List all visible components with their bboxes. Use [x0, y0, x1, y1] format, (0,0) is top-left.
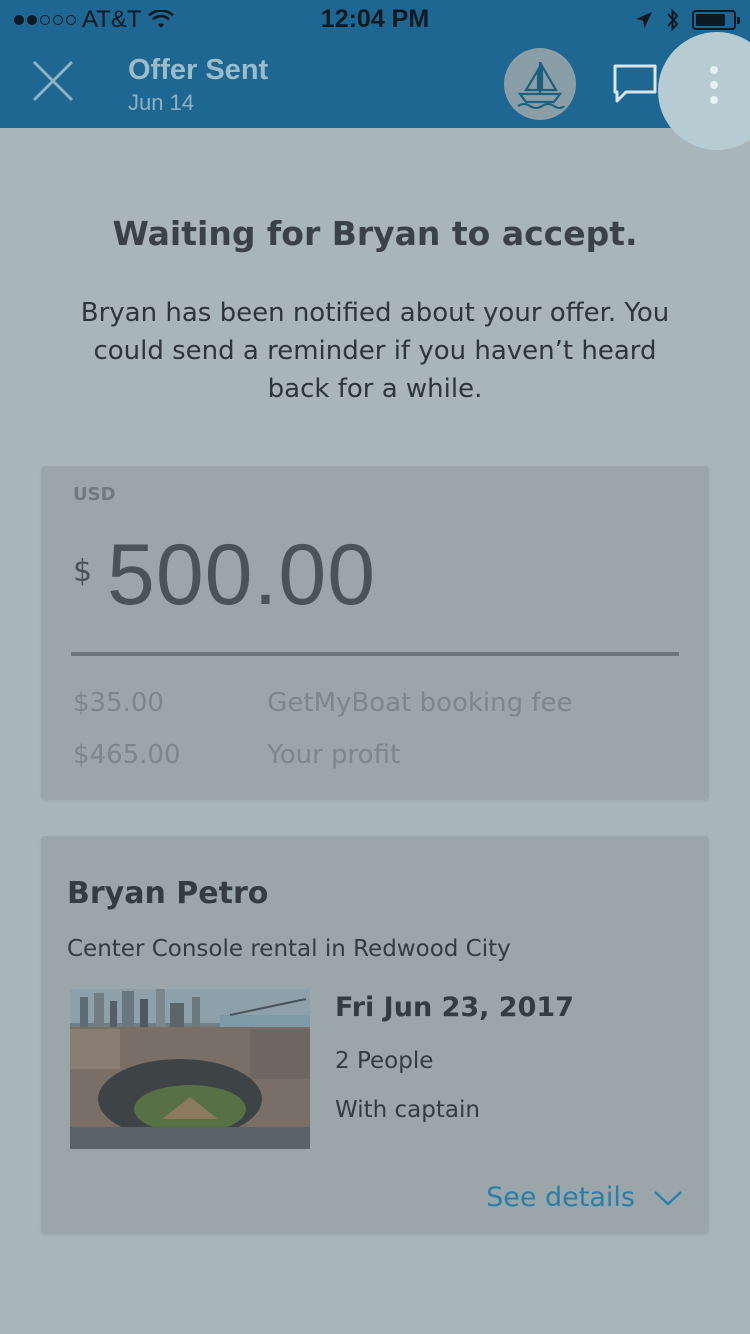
status-headline: Waiting for Bryan to accept.	[112, 214, 638, 253]
see-details-label: See details	[486, 1182, 635, 1213]
rental-description: Center Console rental in Redwood City	[67, 936, 511, 962]
boat-button[interactable]	[504, 48, 576, 120]
listing-photo	[70, 989, 310, 1149]
profit-value: $465.00	[73, 740, 181, 770]
amount-divider	[71, 652, 679, 656]
trip-people: 2 People	[335, 1048, 434, 1074]
profit-row: $465.00 Your profit	[73, 740, 400, 770]
trip-card: Bryan Petro Center Console rental in Red…	[41, 836, 709, 1234]
bluetooth-icon	[667, 8, 679, 32]
nav-bar: Offer Sent Jun 14	[0, 32, 750, 150]
location-arrow-icon	[636, 12, 652, 28]
status-icons	[634, 8, 740, 32]
currency-symbol: $	[73, 554, 93, 589]
fee-row: $35.00 GetMyBoat booking fee	[73, 688, 573, 718]
status-description: Bryan has been notified about your offer…	[80, 298, 670, 404]
battery-icon	[692, 10, 740, 30]
chat-icon[interactable]	[610, 62, 660, 106]
fee-value: $35.00	[73, 688, 164, 718]
see-details-link[interactable]: See details	[486, 1182, 683, 1213]
chevron-down-icon	[654, 1190, 682, 1206]
page-title: Offer Sent	[128, 54, 269, 86]
boat-icon	[517, 61, 565, 109]
fee-label: GetMyBoat booking fee	[267, 688, 573, 718]
offer-amount: 500.00	[107, 527, 377, 623]
profit-label: Your profit	[267, 740, 401, 770]
trip-captain: With captain	[335, 1097, 480, 1123]
guest-name: Bryan Petro	[67, 876, 269, 911]
more-vertical-icon[interactable]	[700, 60, 728, 110]
trip-date: Fri Jun 23, 2017	[335, 992, 574, 1023]
page-subtitle: Jun 14	[128, 90, 195, 115]
status-bar: AT&T 12:04 PM	[0, 0, 750, 40]
close-icon[interactable]	[28, 56, 78, 106]
offer-price-card: USD $ 500.00 $35.00 GetMyBoat booking fe…	[41, 466, 709, 800]
currency-label: USD	[73, 484, 116, 505]
